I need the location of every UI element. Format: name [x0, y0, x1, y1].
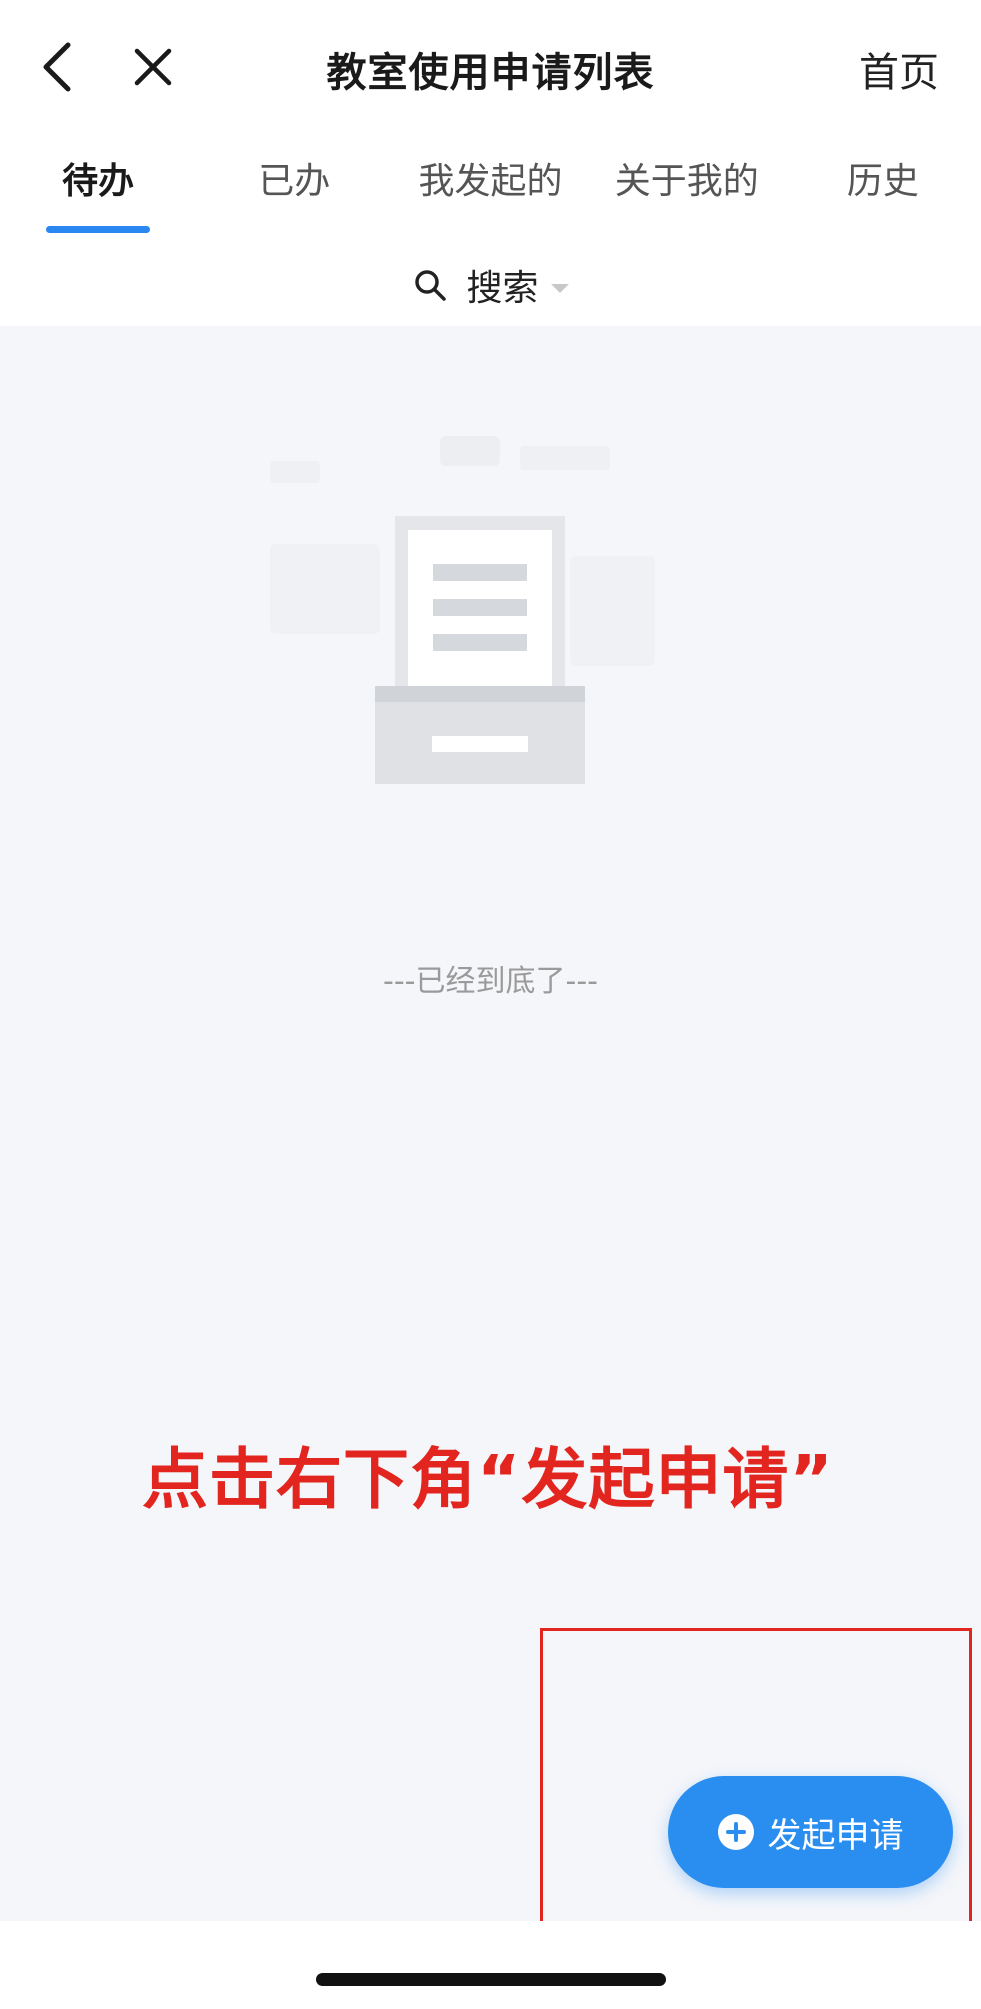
bottom-bar — [0, 1921, 981, 2009]
caret-down-icon — [550, 283, 569, 293]
tab-pending[interactable]: 待办 — [0, 140, 196, 240]
empty-document-tray-icon — [270, 416, 690, 786]
plus-circle-icon — [717, 1814, 754, 1850]
new-application-label: 发起申请 — [767, 1815, 904, 1856]
tab-label: 已办 — [258, 161, 331, 202]
annotation-hint: 点击右下角“发起申请” — [142, 1441, 834, 1518]
home-indicator[interactable] — [316, 1973, 666, 1986]
app-header: 教室使用申请列表 首页 — [0, 0, 981, 130]
tab-history[interactable]: 历史 — [785, 140, 981, 240]
search-label: 搜索 — [466, 268, 539, 309]
tab-done[interactable]: 已办 — [196, 140, 392, 240]
search-button[interactable]: 搜索 — [0, 245, 981, 325]
active-tab-indicator — [46, 226, 151, 233]
tab-label: 待办 — [62, 161, 135, 202]
tab-label: 我发起的 — [418, 161, 563, 202]
page-title: 教室使用申请列表 — [326, 50, 655, 96]
end-of-list-text: ---已经到底了--- — [383, 964, 598, 999]
home-link[interactable]: 首页 — [859, 40, 939, 98]
tab-bar: 待办 已办 我发起的 关于我的 历史 — [0, 140, 981, 240]
tab-initiated[interactable]: 我发起的 — [392, 140, 588, 240]
tab-label: 关于我的 — [614, 161, 759, 202]
tab-related[interactable]: 关于我的 — [589, 140, 785, 240]
new-application-button[interactable]: 发起申请 — [668, 1776, 953, 1888]
tab-label: 历史 — [846, 161, 919, 202]
list-content: ---已经到底了--- 点击右下角“发起申请” 发起申请 — [0, 326, 981, 1938]
search-icon — [412, 267, 448, 303]
